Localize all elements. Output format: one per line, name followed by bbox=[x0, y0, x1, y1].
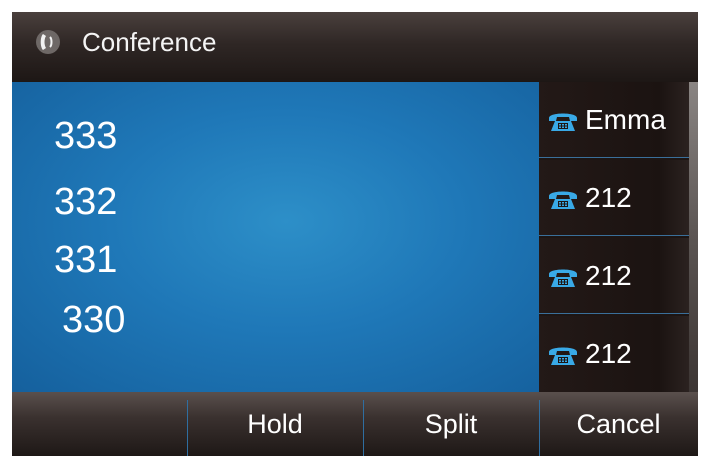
cancel-button[interactable]: Cancel bbox=[539, 392, 698, 456]
participant-number: 332 bbox=[54, 181, 118, 223]
phone-icon bbox=[547, 343, 579, 367]
line-key-4[interactable]: 212 bbox=[539, 316, 689, 392]
softkey-1[interactable] bbox=[12, 392, 187, 456]
handset-icon bbox=[34, 28, 62, 56]
participant-list: 333 332 331 330 bbox=[12, 82, 539, 392]
line-key-3[interactable]: 212 bbox=[539, 238, 689, 314]
split-button[interactable]: Split bbox=[363, 392, 539, 456]
line-key-label: Emma bbox=[585, 104, 666, 135]
title-bar: Conference bbox=[12, 12, 698, 82]
softkey-bar: Hold Split Cancel bbox=[12, 392, 698, 456]
participant-number: 333 bbox=[54, 115, 118, 157]
line-key-label: 212 bbox=[585, 338, 632, 369]
participant-number: 330 bbox=[62, 299, 126, 341]
phone-icon bbox=[547, 265, 579, 289]
line-key-1[interactable]: Emma bbox=[539, 82, 689, 158]
line-key-label: 212 bbox=[585, 260, 632, 291]
line-keys-panel: Emma 212 212 212 bbox=[539, 82, 698, 392]
participant-number: 331 bbox=[54, 239, 118, 281]
phone-icon bbox=[547, 187, 579, 211]
phone-screen: Conference 333 332 331 330 Emma 212 212 … bbox=[12, 12, 698, 456]
line-key-2[interactable]: 212 bbox=[539, 160, 689, 236]
panel-edge bbox=[689, 82, 698, 392]
phone-icon bbox=[547, 109, 579, 133]
page-title: Conference bbox=[82, 27, 217, 57]
hold-button[interactable]: Hold bbox=[187, 392, 363, 456]
line-key-label: 212 bbox=[585, 182, 632, 213]
